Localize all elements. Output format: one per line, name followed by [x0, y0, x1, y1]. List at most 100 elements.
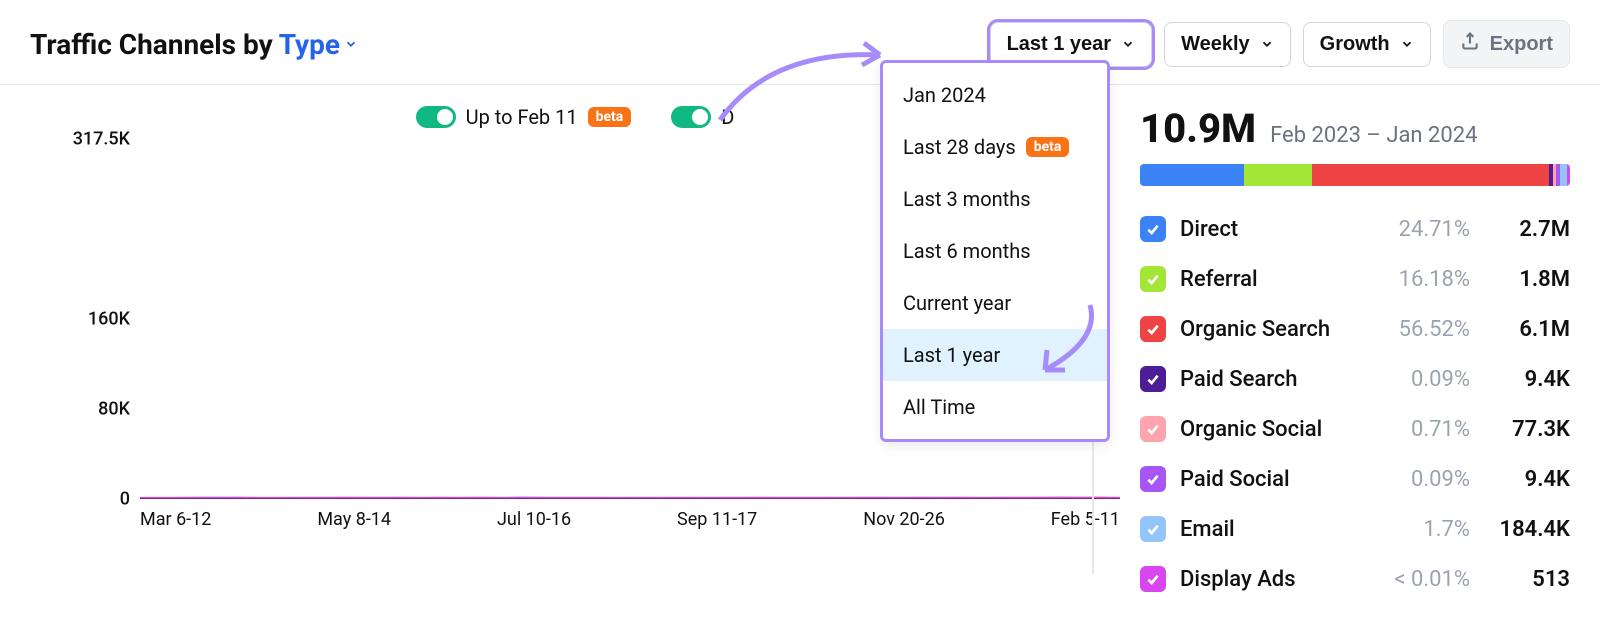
y-tick: 160K: [88, 309, 130, 330]
share-bar-segment: [1140, 164, 1244, 186]
dropdown-item[interactable]: All Time: [883, 381, 1107, 433]
export-button[interactable]: Export: [1443, 20, 1570, 68]
total-range: Feb 2023 – Jan 2024: [1270, 123, 1477, 148]
checkbox-icon: [1140, 316, 1166, 342]
legend-row[interactable]: Email1.7%184.4K: [1140, 504, 1570, 554]
legend-name: Display Ads: [1180, 567, 1360, 592]
legend-row[interactable]: Organic Social0.71%77.3K: [1140, 404, 1570, 454]
legend-name: Paid Search: [1180, 367, 1360, 392]
dropdown-item[interactable]: Jan 2024: [883, 69, 1107, 121]
legend-name: Organic Search: [1180, 317, 1360, 342]
share-bar: [1140, 164, 1570, 186]
metric-selector[interactable]: Growth: [1303, 22, 1431, 67]
total-value: 10.9M: [1140, 105, 1256, 152]
legend-pct: 24.71%: [1360, 217, 1470, 242]
legend-row[interactable]: Paid Search0.09%9.4K: [1140, 354, 1570, 404]
x-axis-labels: Mar 6-12 May 8-14 Jul 10-16 Sep 11-17 No…: [140, 509, 1120, 530]
legend-name: Referral: [1180, 267, 1360, 292]
second-toggle[interactable]: D: [671, 105, 734, 129]
legend-name: Email: [1180, 517, 1360, 542]
y-tick: 0: [120, 489, 130, 510]
legend-pct: 16.18%: [1360, 267, 1470, 292]
y-tick: 80K: [98, 399, 130, 420]
toggle-switch-icon: [416, 106, 456, 128]
share-bar-segment: [1567, 164, 1570, 186]
x-tick: Mar 6-12: [140, 509, 211, 530]
chevron-down-icon: [344, 37, 358, 51]
dropdown-item[interactable]: Last 28 days beta: [883, 121, 1107, 173]
checkbox-icon: [1140, 466, 1166, 492]
uptodate-label: Up to Feb 11: [466, 105, 578, 129]
chevron-down-icon: [1400, 37, 1414, 51]
chevron-down-icon: [1260, 37, 1274, 51]
legend-list: Direct24.71%2.7MReferral16.18%1.8MOrgani…: [1140, 204, 1570, 604]
checkbox-icon: [1140, 416, 1166, 442]
interval-selector[interactable]: Weekly: [1164, 22, 1291, 67]
legend-value: 513: [1470, 567, 1570, 592]
checkbox-icon: [1140, 266, 1166, 292]
dropdown-item-label: Last 6 months: [903, 239, 1031, 263]
dropdown-item-label: Last 3 months: [903, 187, 1031, 211]
legend-pct: 0.71%: [1360, 417, 1470, 442]
dropdown-item-label: Jan 2024: [903, 83, 986, 107]
checkbox-icon: [1140, 366, 1166, 392]
dropdown-item[interactable]: Current year: [883, 277, 1107, 329]
dropdown-item-label: Last 28 days: [903, 135, 1016, 159]
x-tick: Sep 11-17: [677, 509, 757, 530]
x-tick: Feb 5-11: [1051, 509, 1120, 530]
dropdown-item-label: Current year: [903, 291, 1011, 315]
x-tick: Nov 20-26: [863, 509, 945, 530]
legend-name: Direct: [1180, 217, 1360, 242]
share-bar-segment: [1560, 164, 1567, 186]
summary-panel: 10.9M Feb 2023 – Jan 2024 Direct24.71%2.…: [1130, 105, 1570, 604]
dropdown-item[interactable]: Last 1 year: [883, 329, 1107, 381]
metric-label: Growth: [1320, 33, 1390, 56]
interval-label: Weekly: [1181, 33, 1250, 56]
dropdown-item[interactable]: Last 6 months: [883, 225, 1107, 277]
legend-name: Paid Social: [1180, 467, 1360, 492]
beta-badge: beta: [588, 107, 632, 127]
beta-badge: beta: [1026, 137, 1070, 157]
timerange-label: Last 1 year: [1007, 33, 1112, 56]
type-label: Type: [279, 28, 340, 61]
body: Up to Feb 11 beta D 317.5K 160K 80K 0 Ma…: [0, 85, 1600, 614]
export-icon: [1460, 31, 1480, 57]
y-tick: 317.5K: [73, 129, 130, 150]
second-toggle-label: D: [721, 105, 734, 129]
uptodate-toggle[interactable]: Up to Feb 11 beta: [416, 105, 632, 129]
legend-row[interactable]: Direct24.71%2.7M: [1140, 204, 1570, 254]
total-row: 10.9M Feb 2023 – Jan 2024: [1140, 105, 1570, 152]
share-bar-segment: [1312, 164, 1550, 186]
legend-row[interactable]: Display Ads< 0.01%513: [1140, 554, 1570, 604]
dropdown-item-label: All Time: [903, 395, 975, 419]
legend-row[interactable]: Paid Social0.09%9.4K: [1140, 454, 1570, 504]
legend-pct: 56.52%: [1360, 317, 1470, 342]
legend-pct: 1.7%: [1360, 517, 1470, 542]
header-bar: Traffic Channels by Type Last 1 year Wee…: [0, 0, 1600, 85]
dropdown-item-label: Last 1 year: [903, 343, 1000, 367]
checkbox-icon: [1140, 216, 1166, 242]
checkbox-icon: [1140, 516, 1166, 542]
legend-row[interactable]: Organic Search56.52%6.1M: [1140, 304, 1570, 354]
legend-pct: 0.09%: [1360, 367, 1470, 392]
legend-pct: < 0.01%: [1360, 567, 1470, 592]
legend-value: 2.7M: [1470, 217, 1570, 242]
checkbox-icon: [1140, 566, 1166, 592]
page-title: Traffic Channels by Type: [30, 28, 358, 61]
legend-value: 1.8M: [1470, 267, 1570, 292]
legend-value: 9.4K: [1470, 467, 1570, 492]
legend-value: 184.4K: [1470, 517, 1570, 542]
legend-value: 77.3K: [1470, 417, 1570, 442]
x-tick: Jul 10-16: [497, 509, 571, 530]
type-selector[interactable]: Type: [279, 28, 358, 61]
export-label: Export: [1490, 33, 1553, 56]
toggle-switch-icon: [671, 106, 711, 128]
legend-name: Organic Social: [1180, 417, 1360, 442]
legend-value: 9.4K: [1470, 367, 1570, 392]
timerange-dropdown: Jan 2024 Last 28 days beta Last 3 months Las…: [880, 60, 1110, 442]
chevron-down-icon: [1121, 37, 1135, 51]
y-axis-labels: 317.5K 160K 80K 0: [30, 139, 130, 499]
legend-row[interactable]: Referral16.18%1.8M: [1140, 254, 1570, 304]
share-bar-segment: [1244, 164, 1312, 186]
dropdown-item[interactable]: Last 3 months: [883, 173, 1107, 225]
